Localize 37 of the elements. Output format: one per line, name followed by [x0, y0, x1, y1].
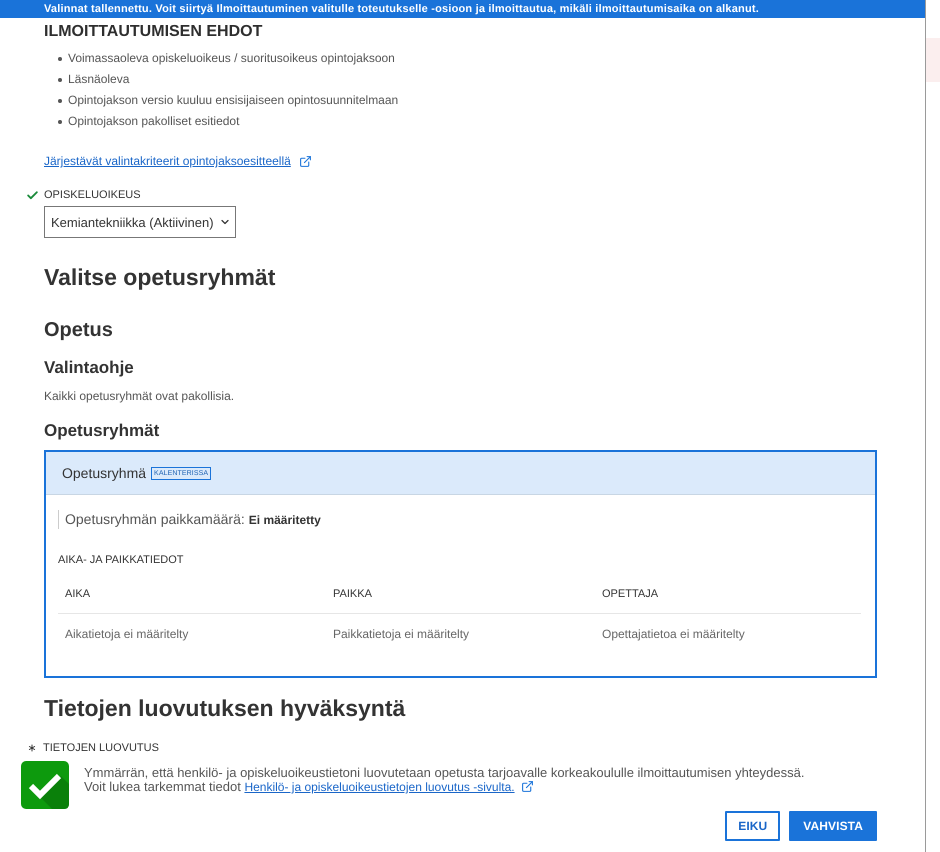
subheading: Valintaohje	[44, 357, 134, 379]
schedule-title: AIKA- JA PAIKKATIEDOT	[58, 553, 184, 567]
section-title: ILMOITTAUTUMISEN EHDOT	[44, 22, 262, 42]
notification-banner: Valinnat tallennettu. Voit siirtyä Ilmoittautuminen valitulle toteutukselle -osioon ja ilmoittautua, mikäli ilmoittautumisaika on alkanut.	[0, 0, 925, 18]
bullet-icon	[58, 56, 62, 60]
study-right-select[interactable]: Kemiantekniikka (Aktiivinen)	[44, 206, 236, 238]
checkbox[interactable]	[21, 761, 69, 809]
column-header: AIKA	[64, 587, 90, 601]
card-title: Opetusryhmä	[62, 465, 146, 481]
column-header: OPETTAJA	[601, 587, 658, 601]
guide-text: Kaikki opetusryhmät ovat pakollisia.	[44, 388, 234, 404]
external-link-icon	[298, 154, 312, 168]
capacity-value: Ei määritetty	[248, 512, 321, 529]
condition-text: Voimassaoleva opiskeluoikeus / suoritusoikeus opintojaksoon	[68, 50, 395, 67]
section-heading: Tietojen luovutuksen hyväksyntä	[44, 694, 406, 723]
table-cell-text: Opettajatietoa ei määritelty	[601, 626, 745, 642]
consent-text: Ymmärrän, että henkilö- ja opiskeluoikeustietoni luovutetaan opetusta tarjoavalle korkeakoululle ilmoittautumisen yhteydessä. Voit lukea tarkemmat tiedot Henkilö- ja opiskeluoikeustietojen luovutus -sivulta.	[84, 766, 804, 794]
confirm-button[interactable]: VAHVISTA	[789, 811, 877, 841]
page-heading: Valitse opetusryhmät	[44, 263, 276, 292]
table-cell-text: Paikkatietoja ei määritelty	[332, 626, 470, 642]
column-header: PAIKKA	[332, 587, 372, 601]
table-cell-text: Aikatietoja ei määritelty	[64, 626, 188, 642]
cancel-button[interactable]: EIKU	[725, 811, 780, 841]
disclosure-link[interactable]: Henkilö- ja opiskeluoikeustietojen luovutus -sivulta.	[244, 780, 515, 794]
capacity-label: Opetusryhmän paikkamäärä:	[65, 510, 245, 528]
field-label: TIETOJEN LUOVUTUS	[43, 741, 159, 755]
bullet-icon	[58, 78, 62, 82]
criteria-link[interactable]: Järjestävät valintakriteerit opintojaksoesitteellä	[44, 154, 291, 168]
bullet-icon	[58, 98, 62, 102]
condition-text: Opintojakson versio kuuluu ensisijaiseen opintosuunnitelmaan	[68, 92, 398, 109]
condition-text: Opintojakson pakolliset esitiedot	[68, 113, 240, 130]
external-link-icon	[520, 780, 534, 793]
bullet-icon	[58, 120, 62, 124]
section-heading: Opetus	[44, 318, 113, 343]
field-label: OPISKELUOIKEUS	[44, 188, 141, 202]
subheading: Opetusryhmät	[44, 420, 160, 442]
condition-text: Läsnäoleva	[68, 71, 130, 88]
